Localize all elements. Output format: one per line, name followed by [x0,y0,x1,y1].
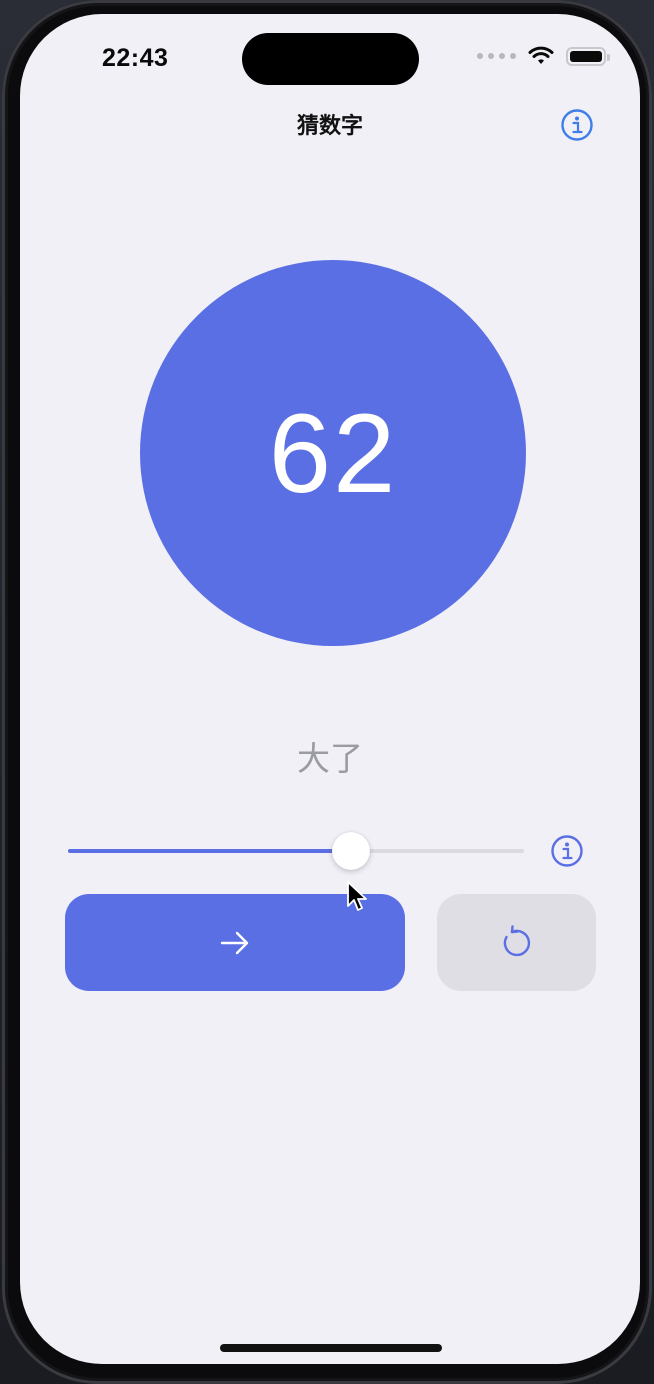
current-number: 62 [268,390,398,516]
phone-screen: 22:43 猜数字 62 大了 [20,14,640,1364]
rotate-ccw-icon [503,924,530,956]
guess-number-display: 62 [140,260,526,646]
slider-thumb[interactable] [332,832,370,870]
info-circle-icon[interactable] [550,834,584,868]
arrow-right-icon [220,931,249,954]
wifi-icon [528,46,554,64]
page-title: 猜数字 [296,114,363,139]
status-time: 22:43 [102,44,169,72]
phone-frame: 22:43 猜数字 62 大了 [2,0,652,1384]
number-slider[interactable] [68,832,524,870]
info-circle-icon[interactable] [560,108,594,142]
slider-fill [68,849,351,853]
dynamic-island [242,33,419,85]
mouse-pointer-icon [347,881,367,911]
status-icons [477,46,610,66]
hint-text: 大了 [297,739,363,778]
battery-icon [566,46,610,66]
cellular-dots-icon [477,53,516,59]
reset-button[interactable] [437,894,596,991]
home-indicator[interactable] [220,1344,442,1352]
